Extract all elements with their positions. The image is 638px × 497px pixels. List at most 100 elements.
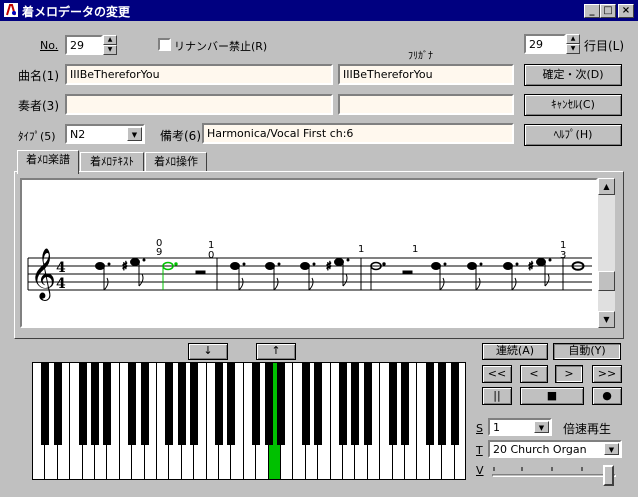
fingering-number: 0 [208, 250, 214, 261]
type-label: ﾀｲﾌﾟ(5) [18, 130, 56, 143]
row-spinner[interactable]: ▲ ▼ [566, 34, 580, 54]
piano-black-key[interactable] [363, 363, 372, 445]
song-title-input[interactable]: IIIBeThereforYou [65, 64, 333, 85]
octave-up-button[interactable]: ↑ [256, 343, 296, 360]
t-label: T [476, 444, 483, 457]
player-input[interactable] [65, 94, 333, 115]
piano-black-key[interactable] [177, 363, 186, 445]
time-signature-bottom: 4 [56, 276, 66, 292]
remark-input[interactable]: Harmonica/Vocal First ch:6 [202, 123, 514, 144]
tab-score[interactable]: 着ﾒﾛ楽譜 [17, 150, 79, 174]
piano-black-key[interactable] [53, 363, 62, 445]
piano-black-key[interactable] [41, 363, 50, 445]
speed-value: 1 [493, 421, 500, 434]
piano-black-key[interactable] [301, 363, 310, 445]
chevron-down-icon[interactable]: ▼ [127, 127, 142, 141]
score-staff: 𝄞 4 4 ♯ ♯ ♯ 0 9 1 0 1 1 1 3 [27, 238, 592, 301]
piano-black-key[interactable] [277, 363, 285, 445]
piano-black-key[interactable] [227, 363, 236, 445]
piano-black-key[interactable] [128, 363, 137, 445]
minimize-button[interactable]: _ [584, 4, 600, 18]
piano-black-key[interactable] [91, 363, 99, 445]
record-button[interactable]: ● [592, 387, 622, 405]
score-scrollbar[interactable]: ▲ ▼ [598, 178, 615, 328]
spin-up-icon[interactable]: ▲ [103, 35, 117, 45]
piano-black-key[interactable] [438, 363, 447, 445]
furigana-label: ﾌﾘｶﾞﾅ [408, 51, 433, 62]
volume-track[interactable] [492, 474, 616, 477]
window-title: 着メロデータの変更 [22, 5, 131, 19]
scroll-up-icon[interactable]: ▲ [598, 178, 615, 195]
spin-down-icon[interactable]: ▼ [566, 44, 580, 54]
player-label: 奏者(3) [18, 99, 59, 113]
last-button[interactable]: >> [592, 365, 622, 383]
time-signature-top: 4 [56, 260, 66, 276]
tab-text[interactable]: 着ﾒﾛﾃｷｽﾄ [80, 152, 144, 172]
piano-black-key[interactable] [388, 363, 397, 445]
chevron-down-icon[interactable]: ▼ [534, 421, 549, 433]
score-view[interactable]: 𝄞 4 4 ♯ ♯ ♯ 0 9 1 0 1 1 1 3 [20, 178, 598, 328]
tab-operation[interactable]: 着ﾒﾛ操作 [145, 152, 207, 172]
fingering-number: 3 [560, 250, 566, 261]
sharp-icon: ♯ [122, 259, 128, 273]
piano-black-key[interactable] [425, 363, 434, 445]
type-value: N2 [70, 128, 86, 141]
pause-button[interactable]: || [482, 387, 512, 405]
row-input[interactable]: 29 [524, 34, 566, 54]
piano-black-key[interactable] [103, 363, 112, 445]
type-select[interactable]: N2 ▼ [65, 124, 145, 144]
player-furigana-input[interactable] [338, 94, 514, 115]
scroll-thumb[interactable] [598, 271, 615, 291]
sharp-icon: ♯ [326, 259, 332, 273]
continuous-button[interactable]: 連続(A) [482, 343, 548, 360]
piano-black-key[interactable] [78, 363, 87, 445]
piano-black-key[interactable] [339, 363, 347, 445]
stop-button[interactable]: ■ [520, 387, 584, 405]
help-button[interactable]: ﾍﾙﾌﾟ(H) [524, 124, 622, 146]
auto-button[interactable]: 自動(Y) [553, 343, 621, 360]
piano-black-key[interactable] [165, 363, 174, 445]
treble-clef-icon: 𝄞 [30, 248, 56, 301]
piano-black-key[interactable] [140, 363, 149, 445]
speed-select[interactable]: 1 ▼ [488, 418, 552, 436]
chevron-down-icon[interactable]: ▼ [604, 443, 619, 455]
renumber-checkbox[interactable] [158, 38, 171, 51]
volume-slider-thumb[interactable] [603, 465, 614, 486]
octave-down-button[interactable]: ↓ [188, 343, 228, 360]
first-button[interactable]: << [482, 365, 512, 383]
remark-label: 備考(6) [160, 129, 201, 143]
piano-black-key[interactable] [314, 363, 323, 445]
piano-black-key[interactable] [252, 363, 261, 445]
piano-black-key[interactable] [351, 363, 360, 445]
volume-ticks [492, 463, 616, 471]
spin-up-icon[interactable]: ▲ [566, 34, 580, 44]
maximize-button[interactable]: □ [600, 4, 616, 18]
song-furigana-input[interactable]: IIIBeThereforYou [338, 64, 514, 85]
row-label: 行目(L) [584, 39, 625, 53]
piano-black-key[interactable] [215, 363, 223, 445]
piano-black-key[interactable] [401, 363, 409, 445]
speed-label: 倍速再生 [563, 422, 612, 436]
piano-black-key[interactable] [450, 363, 459, 445]
close-button[interactable]: × [618, 4, 634, 18]
sharp-icon: ♯ [528, 259, 534, 273]
fingering-number: 1 [358, 244, 364, 255]
app-icon [4, 3, 18, 17]
no-input[interactable]: 29 [65, 35, 103, 55]
song-label: 曲名(1) [18, 69, 59, 83]
prev-button[interactable]: < [520, 365, 548, 383]
tone-value: 20 Church Organ [493, 443, 587, 456]
spin-down-icon[interactable]: ▼ [103, 45, 117, 55]
next-button[interactable]: > [555, 365, 583, 383]
fingering-number: 9 [156, 247, 162, 258]
cancel-button[interactable]: ｷｬﾝｾﾙ(C) [524, 94, 622, 116]
piano-black-key[interactable] [264, 363, 273, 445]
piano-keyboard[interactable] [32, 362, 466, 480]
no-label: No. [40, 39, 59, 52]
confirm-next-button[interactable]: 確定・次(D) [524, 64, 622, 86]
piano-black-key[interactable] [190, 363, 199, 445]
scroll-down-icon[interactable]: ▼ [598, 311, 615, 328]
no-spinner[interactable]: ▲ ▼ [103, 35, 117, 55]
title-bar: 着メロデータの変更 _ □ × [0, 0, 638, 21]
tone-select[interactable]: 20 Church Organ ▼ [488, 440, 622, 458]
